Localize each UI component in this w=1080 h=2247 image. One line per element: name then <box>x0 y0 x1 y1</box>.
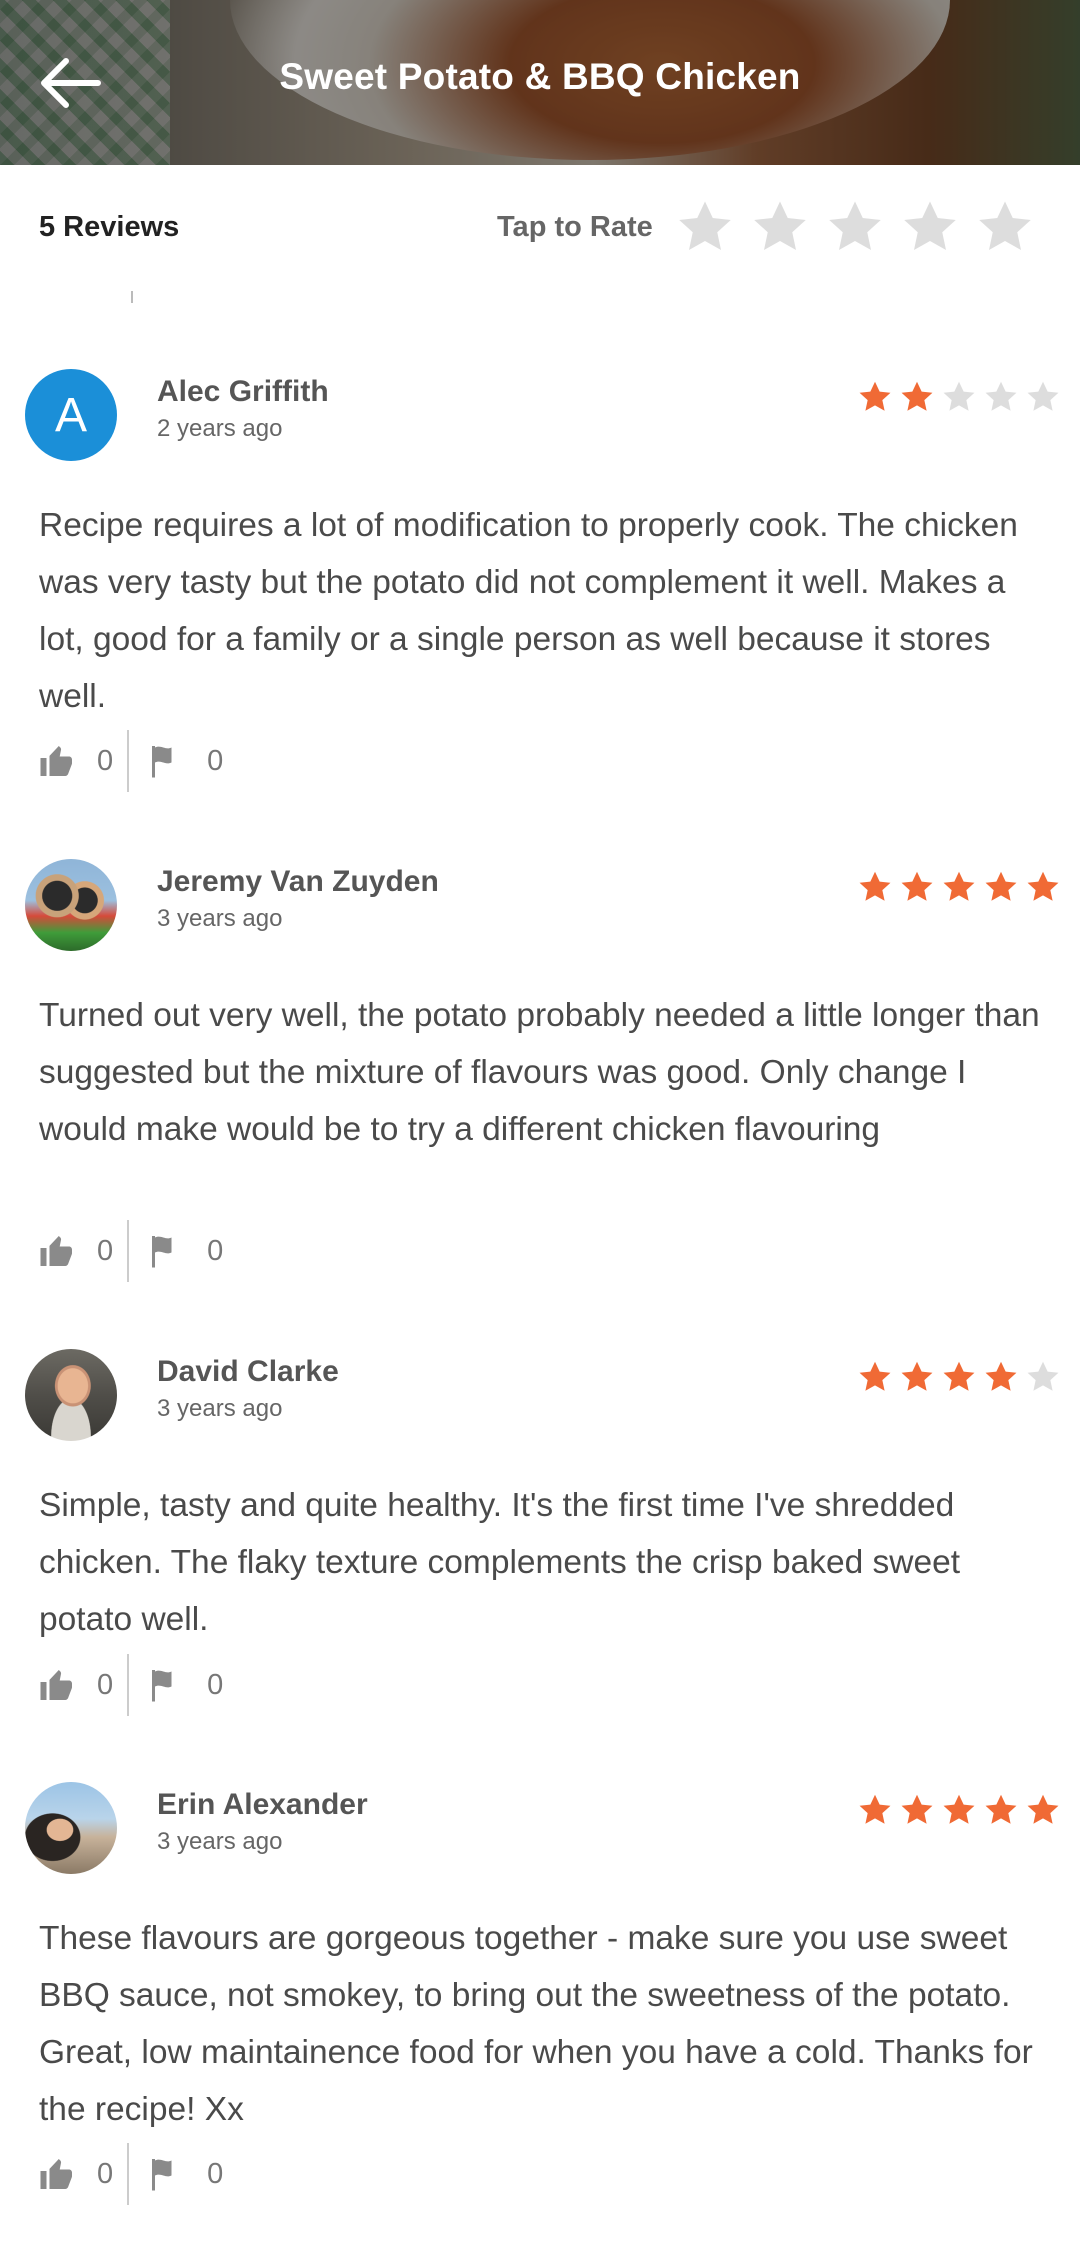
star-filled-icon <box>1027 1794 1059 1824</box>
thumbs-up-icon[interactable] <box>39 1233 75 1269</box>
rate-star-2-icon[interactable] <box>750 197 810 257</box>
star-filled-icon <box>985 1794 1017 1824</box>
review-time: 3 years ago <box>157 1395 283 1422</box>
flag-icon[interactable] <box>149 1233 185 1269</box>
like-count: 0 <box>97 2157 114 2190</box>
star-filled-icon <box>859 381 891 411</box>
star-filled-icon <box>1027 871 1059 901</box>
avatar: A <box>25 369 117 461</box>
avatar <box>25 1782 117 1874</box>
star-filled-icon <box>901 871 933 901</box>
reviewer-name: Erin Alexander <box>157 1788 368 1821</box>
reviewer-name: Jeremy Van Zuyden <box>157 865 439 898</box>
reviewer-name: David Clarke <box>157 1355 339 1388</box>
avatar <box>25 859 117 951</box>
star-filled-icon <box>859 1794 891 1824</box>
flag-icon[interactable] <box>149 1667 185 1703</box>
star-empty-icon <box>1027 1361 1059 1391</box>
like-count: 0 <box>97 1234 114 1267</box>
action-divider <box>127 1654 130 1716</box>
back-button[interactable] <box>30 48 110 118</box>
star-empty-icon <box>943 381 975 411</box>
review-time: 3 years ago <box>157 905 283 932</box>
star-filled-icon <box>943 1361 975 1391</box>
arrow-left-icon <box>41 58 101 108</box>
star-empty-icon <box>985 381 1017 411</box>
review-actions: 0 0 <box>39 2143 224 2205</box>
flag-icon[interactable] <box>149 2156 185 2192</box>
review-text: Turned out very well, the potato probabl… <box>39 997 1040 1148</box>
action-divider <box>127 730 130 792</box>
star-filled-icon <box>985 1361 1017 1391</box>
star-filled-icon <box>859 871 891 901</box>
avatar <box>25 1349 117 1441</box>
flag-count: 0 <box>207 1234 224 1267</box>
flag-icon[interactable] <box>149 743 185 779</box>
review-time: 3 years ago <box>157 1828 283 1855</box>
review-count: 5 Reviews <box>39 211 180 243</box>
tap-to-rate-label: Tap to Rate <box>497 211 653 243</box>
like-count: 0 <box>97 1668 114 1701</box>
star-filled-icon <box>943 871 975 901</box>
star-filled-icon <box>859 1361 891 1391</box>
review-time: 2 years ago <box>157 415 283 442</box>
star-filled-icon <box>943 1794 975 1824</box>
star-filled-icon <box>901 381 933 411</box>
tap-to-rate-stars[interactable] <box>675 197 1035 257</box>
review-actions: 0 0 <box>39 1654 224 1716</box>
review-text: These flavours are gorgeous together - m… <box>39 1920 1033 2128</box>
scroll-indicator <box>131 291 133 303</box>
review-text: Simple, tasty and quite healthy. It's th… <box>39 1487 961 1638</box>
thumbs-up-icon[interactable] <box>39 1667 75 1703</box>
thumbs-up-icon[interactable] <box>39 743 75 779</box>
star-filled-icon <box>901 1361 933 1391</box>
rating-bar: 5 Reviews Tap to Rate <box>0 165 1080 295</box>
reviewer-name: Alec Griffith <box>157 375 329 408</box>
action-divider <box>127 1220 130 1282</box>
review-rating <box>857 1359 1061 1395</box>
flag-count: 0 <box>207 2157 224 2190</box>
flag-count: 0 <box>207 1668 224 1701</box>
flag-count: 0 <box>207 744 224 777</box>
review-actions: 0 0 <box>39 1220 224 1282</box>
rate-star-3-icon[interactable] <box>825 197 885 257</box>
star-filled-icon <box>901 1794 933 1824</box>
rate-star-1-icon[interactable] <box>675 197 735 257</box>
star-filled-icon <box>985 871 1017 901</box>
review-rating <box>857 1792 1061 1828</box>
page-title: Sweet Potato & BBQ Chicken <box>279 56 801 97</box>
rate-star-4-icon[interactable] <box>900 197 960 257</box>
review-actions: 0 0 <box>39 730 224 792</box>
rate-star-5-icon[interactable] <box>975 197 1035 257</box>
review-text: Recipe requires a lot of modification to… <box>39 507 1018 715</box>
thumbs-up-icon[interactable] <box>39 2156 75 2192</box>
action-divider <box>127 2143 130 2205</box>
recipe-header: Sweet Potato & BBQ Chicken <box>0 0 1080 165</box>
review-rating <box>857 379 1061 415</box>
review-rating <box>857 869 1061 905</box>
like-count: 0 <box>97 744 114 777</box>
star-empty-icon <box>1027 381 1059 411</box>
